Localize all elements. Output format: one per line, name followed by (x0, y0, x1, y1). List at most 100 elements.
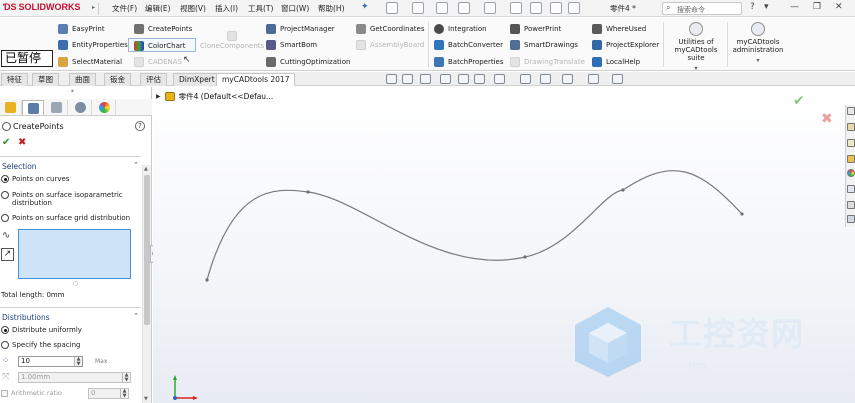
batchconverter-button[interactable]: BatchConverter (434, 38, 503, 52)
redo-icon[interactable] (510, 2, 522, 14)
menu-file[interactable]: 文件(F) (112, 3, 137, 14)
utilities-suite-button[interactable]: Utilities of myCADtools suite ▾ (666, 22, 726, 73)
whereused-button[interactable]: WhereUsed (592, 22, 646, 36)
tab-sketch[interactable]: 草图 (32, 73, 59, 86)
menu-window[interactable]: 窗口(W) (281, 3, 309, 14)
radio-indicator[interactable] (1, 341, 9, 349)
distributions-group-header[interactable]: Distributions ⌃ (0, 312, 141, 325)
selection-group-header[interactable]: Selection ⌃ (0, 161, 141, 174)
menu-insert[interactable]: 插入(I) (215, 3, 238, 14)
save-icon[interactable] (436, 2, 448, 14)
radio-specify-spacing[interactable]: Specify the spacing (1, 341, 135, 349)
menu-view[interactable]: 视图(V) (180, 3, 206, 14)
print-icon[interactable] (458, 2, 470, 14)
radio-distribute-uniformly[interactable]: Distribute uniformly (1, 326, 135, 334)
assemblyboard-button[interactable]: AssemblyBoard (356, 38, 424, 52)
view-orientation-icon[interactable] (474, 74, 485, 84)
panel-scrollbar[interactable]: ▲ ▼ (142, 165, 151, 403)
entityproperties-button[interactable]: EntityProperties (58, 38, 128, 52)
tab-mycadtools[interactable]: myCADtools 2017 (216, 73, 296, 86)
radio-indicator[interactable] (1, 326, 9, 334)
display-pane-icon[interactable] (612, 74, 623, 84)
dynamic-annotation-icon[interactable] (458, 74, 469, 84)
listbox-resize-handle[interactable]: ○ (73, 280, 78, 287)
undo-icon[interactable] (484, 2, 496, 14)
projectmanager-button[interactable]: ProjectManager (266, 22, 335, 36)
menu-tools[interactable]: 工具(T) (248, 3, 273, 14)
easyprint-button[interactable]: EasyPrint (58, 22, 105, 36)
tab-sheet-metal[interactable]: 钣金 (104, 73, 131, 86)
previous-view-icon[interactable] (420, 74, 431, 84)
drawingtranslate-button[interactable]: DrawingTranslate (510, 55, 585, 69)
view-settings-icon[interactable] (588, 74, 599, 84)
logo-chevron-icon[interactable]: ▸ (92, 4, 95, 11)
pin-menu-icon[interactable]: ✦ (361, 2, 369, 12)
ok-check-button[interactable]: ✔ (2, 137, 10, 148)
radio-surface-grid[interactable]: Points on surface grid distribution (1, 214, 135, 222)
panel-resize-handle[interactable]: • (70, 87, 75, 96)
graphics-area[interactable]: ▶ 零件4 (Default<<Defau... ✔ ✖ 工控资网 om (153, 87, 855, 403)
select-arrow-icon[interactable] (530, 2, 542, 14)
new-document-icon[interactable] (386, 2, 398, 14)
open-folder-icon[interactable] (412, 2, 424, 14)
tab-evaluate[interactable]: 评估 (140, 73, 167, 86)
mycadtools-admin-button[interactable]: myCADtools administration ▾ (728, 22, 788, 65)
hide-show-items-icon[interactable] (520, 74, 531, 84)
menu-help[interactable]: 帮助(H) (318, 3, 345, 14)
arithmetic-ratio-checkbox[interactable]: Arithmetic ratio (1, 389, 62, 397)
cadenas-button[interactable]: CADENAS (134, 55, 182, 69)
options-gear-icon[interactable] (568, 2, 580, 14)
tab-property-manager[interactable] (22, 100, 44, 115)
powerprint-button[interactable]: PowerPrint (510, 22, 561, 36)
getcoordinates-button[interactable]: GetCoordinates (356, 22, 425, 36)
restore-window-button[interactable]: ❐ (813, 2, 821, 12)
smartbom-button[interactable]: SmartBom (266, 38, 317, 52)
cuttingoptimization-button[interactable]: CuttingOptimization (266, 55, 350, 69)
admin-dropdown-icon[interactable]: ▾ (728, 57, 788, 65)
search-commands-input[interactable]: ⌕ 搜索命令 (662, 2, 742, 15)
projectexplorer-button[interactable]: ProjectExplorer (592, 38, 659, 52)
stepper-arrows-icon[interactable]: ▲ ▼ (74, 357, 82, 366)
scroll-up-icon[interactable]: ▲ (144, 166, 148, 172)
help-dropdown-icon[interactable]: ▾ (764, 2, 769, 12)
createpoints-button[interactable]: CreatePoints (134, 22, 192, 36)
zoom-to-fit-icon[interactable] (386, 74, 397, 84)
rebuild-traffic-light-icon[interactable] (550, 2, 562, 14)
edit-appearance-icon[interactable] (540, 74, 551, 84)
scroll-down-icon[interactable]: ▼ (144, 396, 148, 402)
ratio-input[interactable]: 0 ▲ ▼ (88, 388, 129, 399)
radio-indicator[interactable] (1, 175, 9, 183)
spacing-input[interactable]: 1.00mm ▲ ▼ (18, 372, 131, 383)
colorchart-button[interactable]: ColorChart (134, 39, 186, 53)
help-icon[interactable]: ? (135, 121, 145, 131)
radio-points-on-curves[interactable]: Points on curves (1, 175, 135, 183)
smartdrawings-button[interactable]: SmartDrawings (510, 38, 578, 52)
close-window-button[interactable]: ✕ (835, 2, 843, 12)
tab-surfaces[interactable]: 曲面 (69, 73, 96, 86)
tab-dimxpert-manager[interactable] (70, 100, 92, 115)
chevron-up-icon[interactable]: ⌃ (133, 161, 139, 169)
chevron-up-icon[interactable]: ⌃ (133, 312, 139, 320)
display-style-icon[interactable] (494, 74, 505, 84)
menu-edit[interactable]: 编辑(E) (145, 3, 171, 14)
tab-dimxpert[interactable]: DimXpert (173, 73, 221, 86)
radio-indicator[interactable] (1, 191, 9, 199)
tab-feature-tree[interactable] (0, 100, 22, 115)
localhelp-button[interactable]: LocalHelp (592, 55, 640, 69)
stepper-arrows-icon[interactable]: ▲ ▼ (120, 389, 128, 398)
clonecomponents-button[interactable]: CloneComponents (200, 31, 264, 59)
selectmaterial-button[interactable]: SelectMaterial (58, 55, 122, 69)
apply-scene-icon[interactable] (562, 74, 573, 84)
checkbox-box[interactable] (1, 389, 8, 397)
spline-curve[interactable] (153, 87, 855, 403)
reverse-direction-icon[interactable]: ↗ (1, 248, 14, 261)
radio-surface-isoparametric[interactable]: Points on surface isoparametric distribu… (1, 191, 135, 207)
section-view-icon[interactable] (440, 74, 451, 84)
point-count-stepper[interactable]: 10 ▲ ▼ (18, 356, 83, 367)
curve-selection-listbox[interactable] (18, 229, 131, 279)
solidworks-logo[interactable]: ƊS SOLIDWORKS (3, 2, 81, 12)
radio-indicator[interactable] (1, 214, 9, 222)
minimize-window-button[interactable]: — (790, 2, 799, 12)
cancel-x-button[interactable]: ✖ (18, 137, 26, 148)
help-question-icon[interactable]: ? (750, 2, 755, 12)
